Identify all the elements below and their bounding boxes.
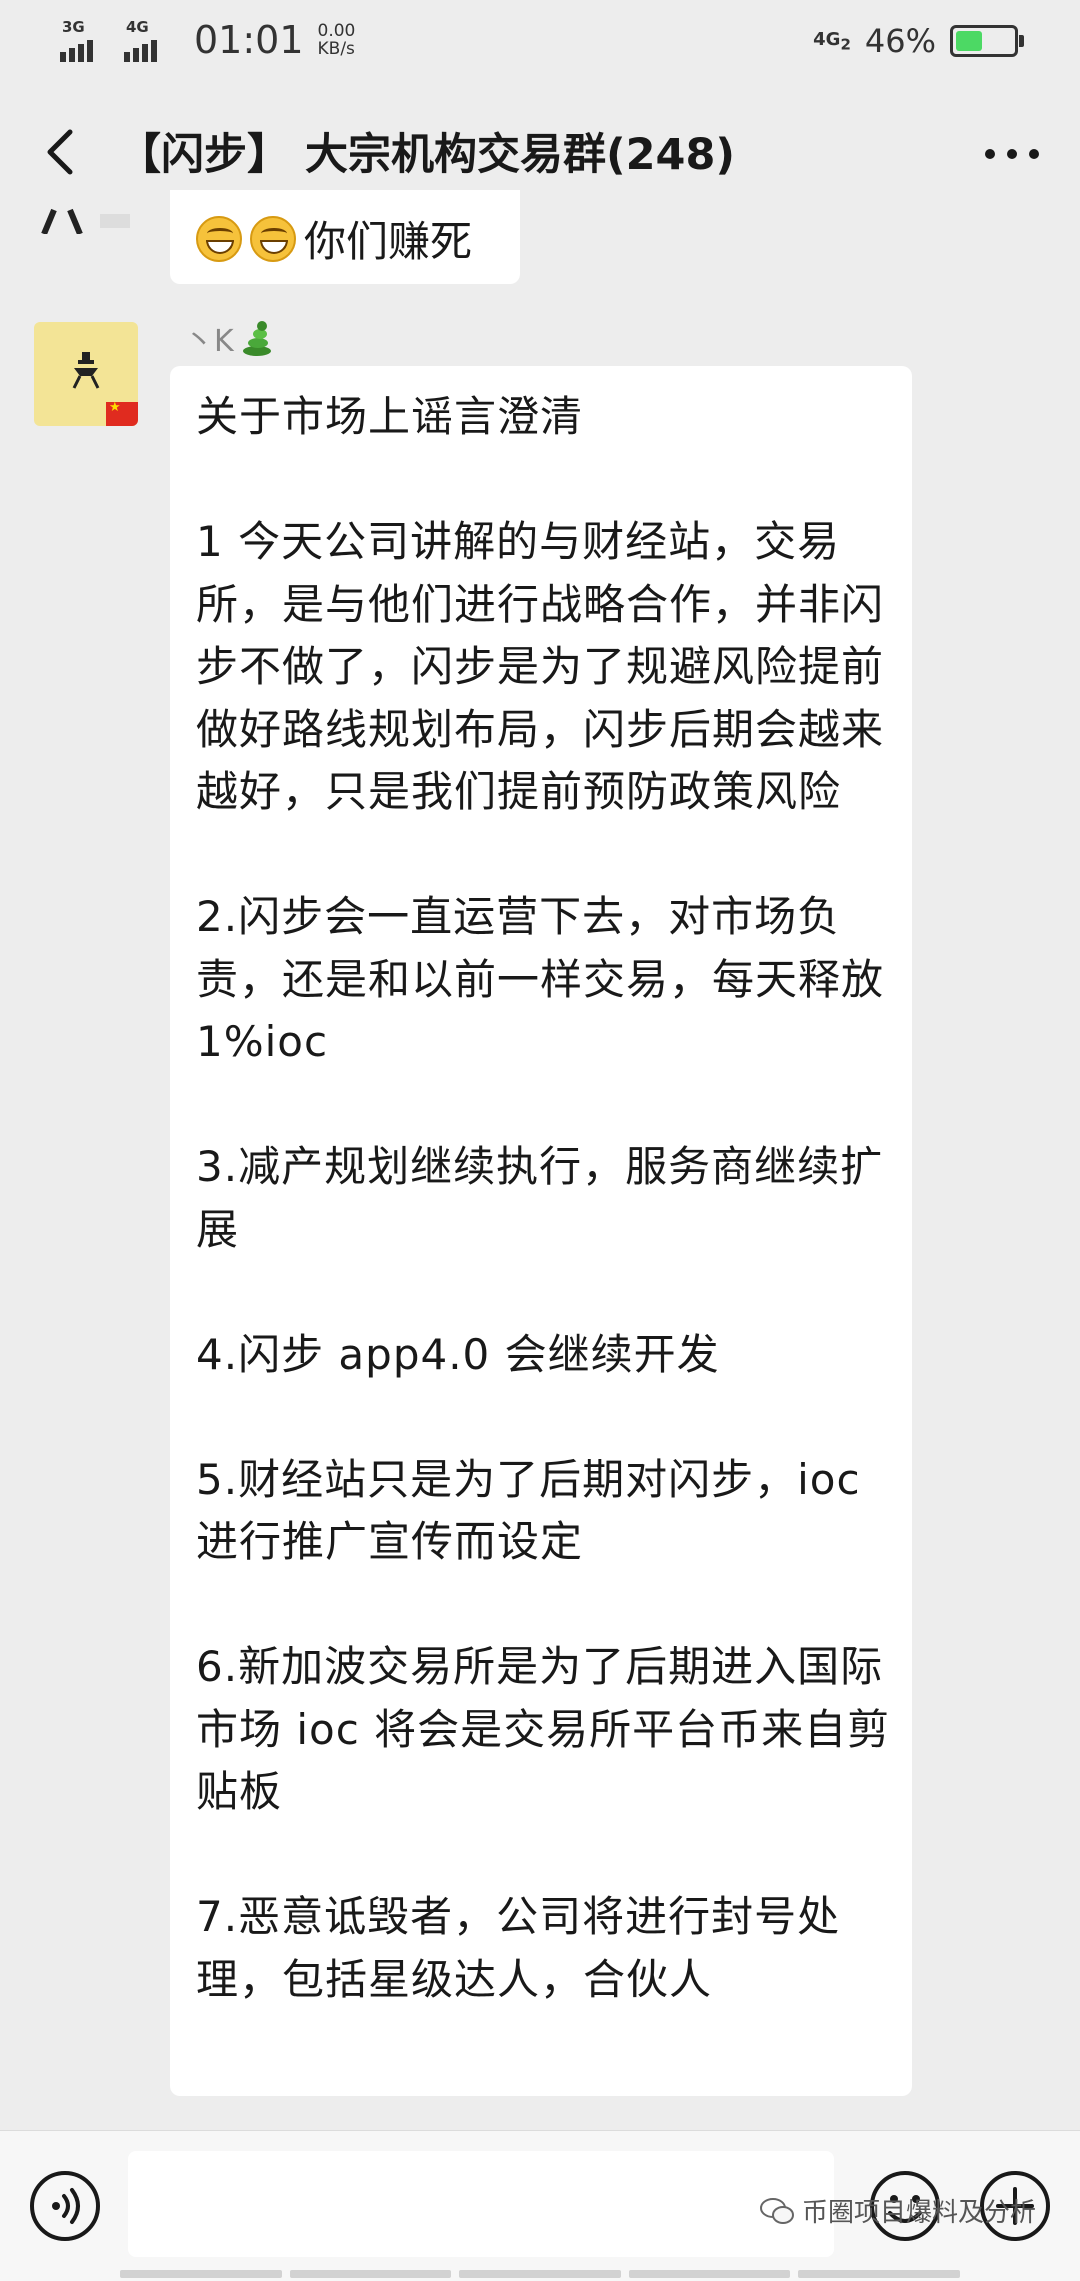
message-text: 你们赚死 bbox=[304, 217, 473, 266]
signal-3g-icon: 3G bbox=[60, 18, 114, 62]
net-label-2: 4G bbox=[126, 18, 149, 36]
wechat-icon bbox=[760, 2197, 794, 2224]
grin-emoji-icon bbox=[196, 215, 242, 262]
previous-avatar[interactable] bbox=[30, 206, 142, 236]
message-text-previous: 你们赚死 bbox=[196, 208, 472, 269]
chat-title: 【闪步】 大宗机构交易群(248) bbox=[118, 130, 736, 180]
network-speed: 0.00 KB/s bbox=[318, 22, 356, 58]
more-dots-icon[interactable] bbox=[980, 126, 1044, 182]
china-flag-icon bbox=[106, 400, 138, 426]
net-label-1: 3G bbox=[62, 18, 85, 36]
battery-percent: 46% bbox=[864, 22, 936, 60]
watermark-text: 币圈项目爆料及分析 bbox=[802, 2198, 1037, 2228]
sender-name-text: 丶K bbox=[184, 324, 234, 359]
navigation-handle[interactable] bbox=[120, 2270, 960, 2278]
signal-4g-icon: 4G bbox=[124, 18, 178, 62]
sender-name: 丶K bbox=[184, 316, 274, 360]
avatar[interactable] bbox=[34, 322, 138, 426]
watermark: 币圈项目爆料及分析 bbox=[760, 2192, 1036, 2229]
net-4g-label: 4G2 bbox=[813, 28, 851, 54]
message-bubble[interactable]: 关于市场上谣言澄清 1 今天公司讲解的与财经站，交易所，是与他们进行战略合作，并… bbox=[170, 366, 912, 2096]
voice-icon[interactable] bbox=[28, 2169, 102, 2243]
message-bubble-previous[interactable]: 你们赚死 bbox=[170, 190, 520, 284]
message-input[interactable] bbox=[128, 2151, 834, 2257]
sim-index: 2 bbox=[840, 35, 851, 54]
status-right: 4G2 46% bbox=[813, 22, 1024, 60]
network-speed-value: 0.00 bbox=[317, 21, 356, 41]
chevron-left-icon[interactable] bbox=[34, 124, 90, 180]
network-speed-unit: KB/s bbox=[317, 39, 355, 59]
chat-header: 【闪步】 大宗机构交易群(248) bbox=[0, 104, 1080, 200]
battery-icon bbox=[950, 25, 1024, 57]
message-text: 关于市场上谣言澄清 1 今天公司讲解的与财经站，交易所，是与他们进行战略合作，并… bbox=[196, 392, 891, 2004]
status-left: 3G 4G 01:01 0.00 KB/s bbox=[60, 18, 355, 62]
battery-fill bbox=[956, 31, 982, 51]
clock: 01:01 bbox=[194, 18, 304, 62]
status-bar: 3G 4G 01:01 0.00 KB/s 4G2 46% bbox=[0, 0, 1080, 84]
green-snake-icon bbox=[242, 321, 271, 356]
grin-emoji-icon bbox=[250, 215, 296, 262]
